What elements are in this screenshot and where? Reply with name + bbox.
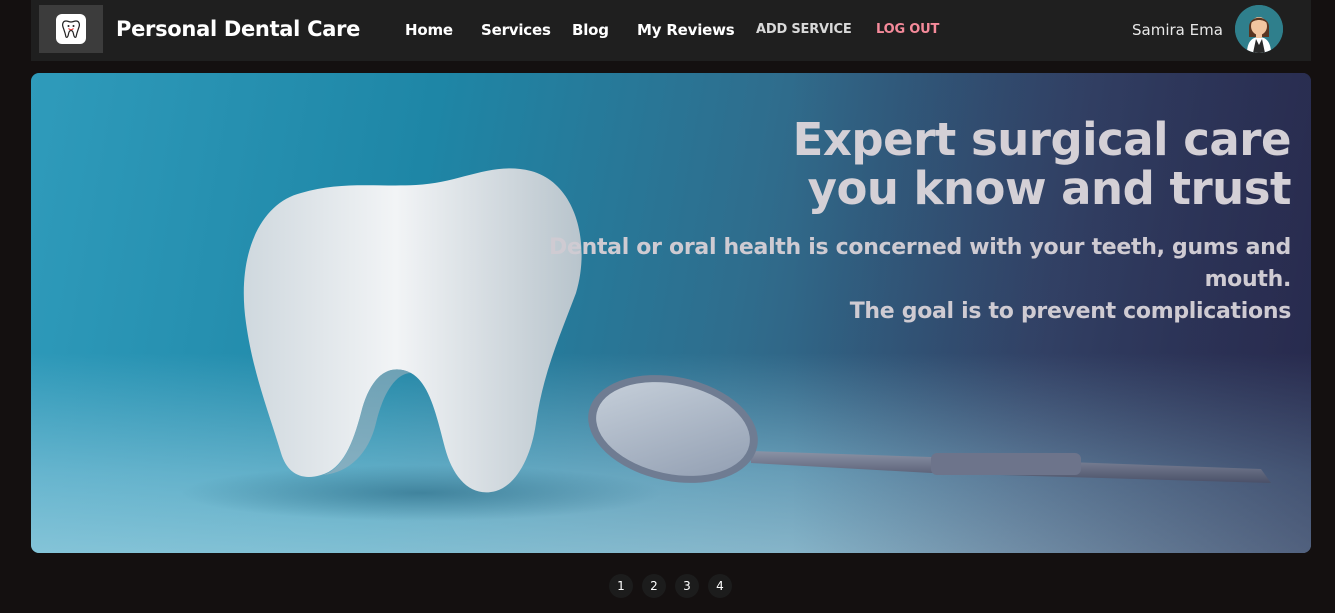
navbar: Personal Dental Care Home Services Blog … bbox=[31, 0, 1311, 61]
user-avatar[interactable] bbox=[1235, 5, 1283, 53]
logout-button[interactable]: LOG OUT bbox=[876, 22, 939, 37]
hero-carousel-slide: Expert surgical care you know and trust … bbox=[31, 73, 1311, 553]
nav-services[interactable]: Services bbox=[481, 21, 551, 39]
carousel-pagination: 1 2 3 4 bbox=[609, 574, 732, 598]
brand-title[interactable]: Personal Dental Care bbox=[116, 17, 360, 41]
hero-subtitle-line-2: The goal is to prevent complications bbox=[849, 299, 1292, 324]
hero-subtitle: Dental or oral health is concerned with … bbox=[491, 232, 1291, 328]
hero-subtitle-line-1: Dental or oral health is concerned with … bbox=[549, 235, 1291, 292]
page-button-2[interactable]: 2 bbox=[642, 574, 666, 598]
logo[interactable] bbox=[39, 5, 103, 53]
hero-title: Expert surgical care you know and trust bbox=[591, 113, 1292, 215]
hero-title-line-1: Expert surgical care bbox=[792, 113, 1292, 166]
page-button-4[interactable]: 4 bbox=[708, 574, 732, 598]
page-button-1[interactable]: 1 bbox=[609, 574, 633, 598]
nav-blog[interactable]: Blog bbox=[572, 21, 609, 39]
tooth-logo-icon bbox=[56, 14, 86, 44]
page-button-3[interactable]: 3 bbox=[675, 574, 699, 598]
hero-title-line-2: you know and trust bbox=[807, 162, 1292, 215]
nav-my-reviews[interactable]: My Reviews bbox=[637, 21, 735, 39]
nav-home[interactable]: Home bbox=[405, 21, 453, 39]
user-name: Samira Ema bbox=[1132, 21, 1223, 39]
nav-add-service[interactable]: ADD SERVICE bbox=[756, 22, 852, 37]
